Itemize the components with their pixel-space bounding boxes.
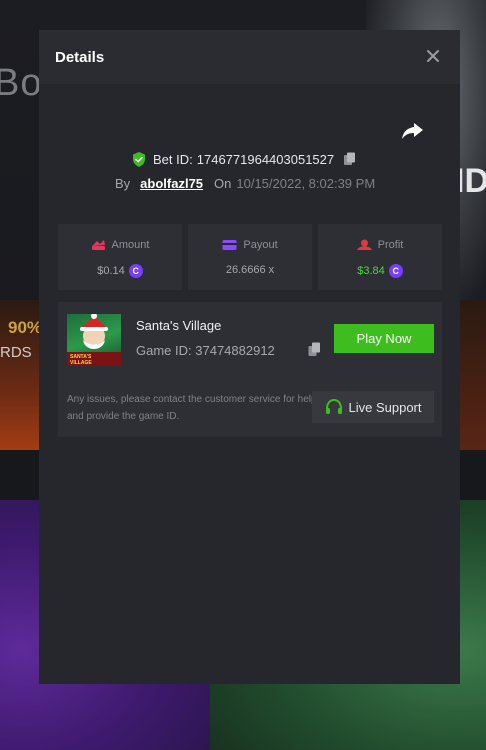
payout-stat: Payout 26.6666 x bbox=[188, 224, 312, 290]
game-name: Santa's Village bbox=[136, 318, 222, 333]
amount-stat: Amount $0.14 C bbox=[58, 224, 182, 290]
support-info-text: Any issues, please contact the customer … bbox=[67, 394, 317, 422]
bet-id-value: 1746771964403051527 bbox=[196, 151, 335, 167]
payout-label: Payout bbox=[243, 239, 278, 251]
username-link[interactable]: abolfazl75 bbox=[140, 176, 203, 191]
background-orange-card-right bbox=[460, 300, 486, 450]
profit-value: $3.84 bbox=[357, 265, 385, 277]
amount-label: Amount bbox=[111, 239, 150, 251]
modal-title: Details bbox=[55, 49, 105, 66]
amount-icon bbox=[91, 240, 105, 250]
game-id-value: 37474882912 bbox=[195, 343, 275, 358]
game-id-row: Game ID: 37474882912 bbox=[136, 343, 275, 358]
amount-value: $0.14 bbox=[97, 265, 125, 277]
profit-stat: Profit $3.84 C bbox=[318, 224, 442, 290]
game-thumbnail[interactable]: SANTA'S VILLAGE bbox=[67, 314, 121, 366]
coin-icon: C bbox=[128, 264, 143, 278]
by-label: By bbox=[115, 175, 131, 191]
payout-card-icon bbox=[222, 240, 237, 250]
bet-id-row: Bet ID: 1746771964403051527 bbox=[132, 150, 357, 168]
modal-header: Details bbox=[39, 30, 460, 84]
coin-icon: C bbox=[388, 264, 403, 278]
game-id-label: Game ID: bbox=[136, 343, 192, 358]
play-now-button[interactable]: Play Now bbox=[334, 324, 434, 353]
profit-icon bbox=[356, 239, 372, 250]
bet-meta-row: By abolfazl75 On 10/15/2022, 8:02:39 PM bbox=[115, 175, 375, 191]
profit-label: Profit bbox=[377, 239, 404, 251]
close-icon bbox=[427, 50, 439, 62]
headset-icon bbox=[325, 398, 342, 414]
game-card: SANTA'S VILLAGE Santa's Village Game ID:… bbox=[58, 302, 442, 437]
share-icon bbox=[402, 123, 423, 139]
close-button[interactable] bbox=[424, 47, 442, 65]
game-thumb-text: SANTA'S VILLAGE bbox=[70, 354, 92, 366]
bet-id-label: Bet ID: bbox=[153, 151, 193, 167]
bet-date: 10/15/2022, 8:02:39 PM bbox=[236, 175, 376, 191]
on-label: On bbox=[214, 175, 232, 191]
payout-value: 26.6666 x bbox=[225, 264, 275, 276]
copy-icon[interactable] bbox=[308, 342, 322, 357]
background-percent-text: 90% bbox=[8, 318, 43, 337]
live-support-button[interactable]: Live Support bbox=[312, 391, 434, 423]
shield-check-icon bbox=[133, 151, 145, 167]
background-rewards-text: RDS bbox=[0, 344, 32, 361]
bet-stats: Amount $0.14 C Payout 26.6666 x Profit $… bbox=[58, 224, 442, 290]
share-button[interactable] bbox=[401, 121, 425, 141]
bet-details-modal: Details Bet ID: 1746771964403051527 By a… bbox=[39, 30, 460, 684]
copy-icon[interactable] bbox=[343, 152, 357, 166]
live-support-label: Live Support bbox=[348, 399, 422, 415]
